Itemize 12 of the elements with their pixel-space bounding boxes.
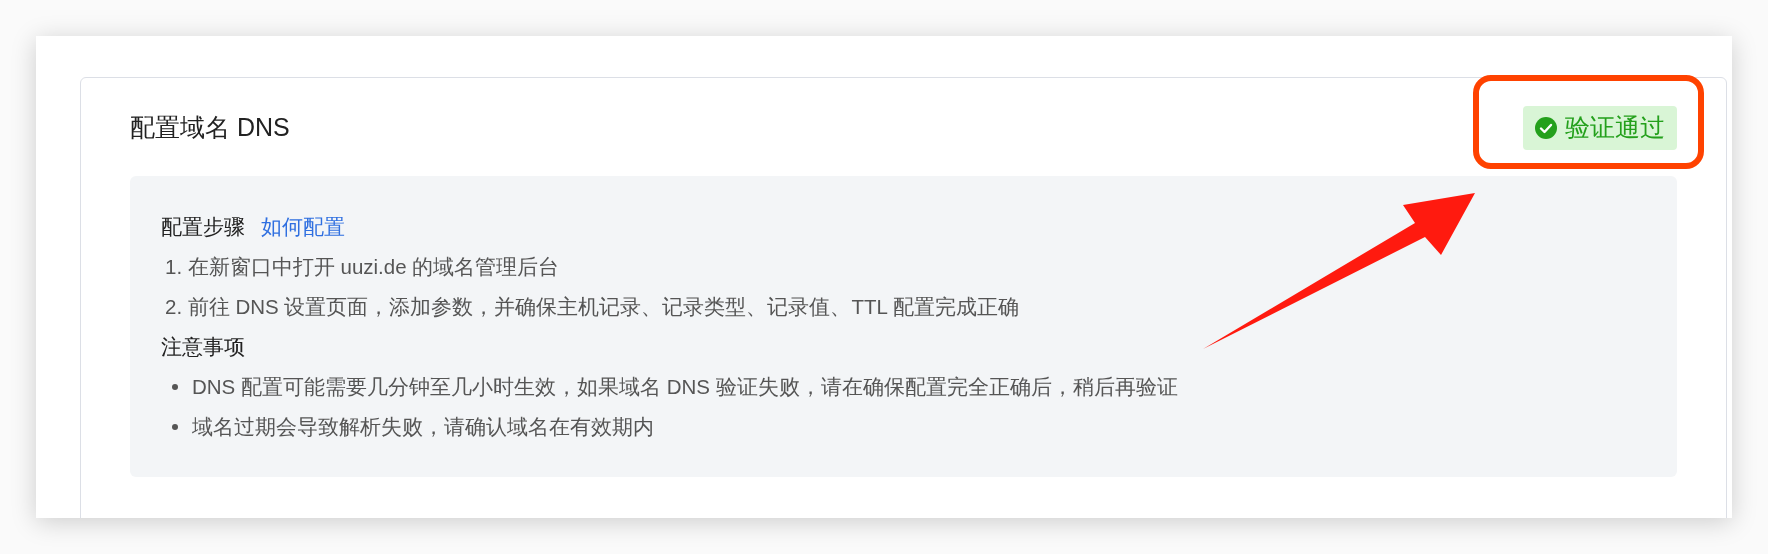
section-heading: 配置步骤 xyxy=(161,214,245,240)
bullet-icon xyxy=(172,424,178,430)
section-heading: 注意事项 xyxy=(161,334,246,360)
step-text: 1. 在新窗口中打开 uuzi.de 的域名管理后台 xyxy=(165,254,561,280)
check-circle-icon xyxy=(1535,117,1557,139)
card-title: 配置域名 DNS xyxy=(130,112,290,144)
bullet-icon xyxy=(172,384,178,390)
help-link[interactable]: 如何配置 xyxy=(261,207,345,247)
status-badge: 验证通过 xyxy=(1523,106,1677,150)
step-text: 2. 前往 DNS 设置页面，添加参数，并确保主机记录、记录类型、记录值、TTL 配置完成正确 xyxy=(165,294,1020,320)
note-text: DNS 配置可能需要几分钟至几小时生效，如果域名 DNS 验证失败，请在确保配置完全正确后，稍后再验证 xyxy=(192,374,1178,400)
note-text: 域名过期会导致解析失败，请确认域名在有效期内 xyxy=(192,414,654,440)
